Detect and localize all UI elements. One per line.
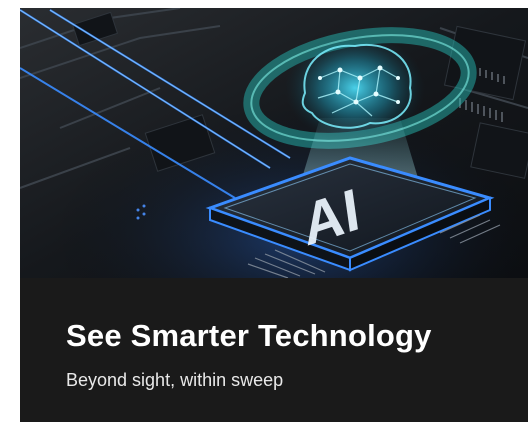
banner-subtitle: Beyond sight, within sweep: [66, 370, 284, 390]
ai-chip-hero-image: AI: [20, 8, 528, 278]
banner-caption: See Smarter Technology Beyond sight, wit…: [20, 278, 528, 422]
promo-card[interactable]: AI See Smarter Technology Beyond sight, …: [20, 8, 528, 422]
banner-title: See Smarter Technology: [66, 318, 432, 353]
